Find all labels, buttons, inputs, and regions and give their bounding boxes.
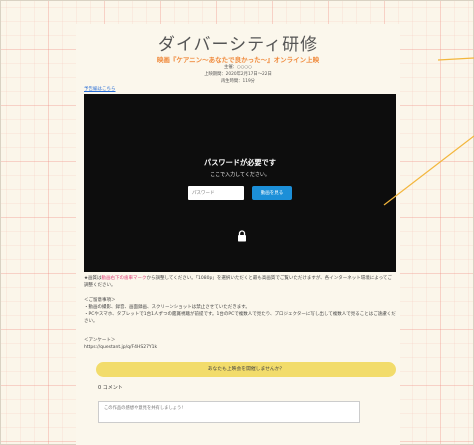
cautions-line-1: ・動画の撮影、録音、画面録画、スクリーンショットは禁止させていただきます。 bbox=[84, 305, 250, 310]
quality-note-prefix: ★画質は bbox=[84, 276, 102, 281]
watch-video-button[interactable]: 動画を見る bbox=[252, 186, 292, 200]
survey-heading: ＜アンケート＞ bbox=[84, 338, 116, 343]
cautions-line-2: ・PCやスマホ、タブレットで1台1人ずつの鑑賞視聴が前提です。1台のPCで複数人… bbox=[84, 312, 396, 324]
video-player[interactable]: パスワードが必要です ここで入力してください。 動画を見る bbox=[84, 94, 396, 272]
meta-runtime: 再生時間：119分 bbox=[221, 79, 255, 84]
main-content: ダイバーシティ研修 映画『ケアニン〜あなたで良かった〜』オンライン上映 主催：○… bbox=[76, 24, 400, 445]
cautions-heading: ＜ご留意事項＞ bbox=[84, 298, 116, 303]
page-subtitle: 映画『ケアニン〜あなたで良かった〜』オンライン上映 bbox=[156, 56, 320, 64]
comment-count: 0 コメント bbox=[98, 385, 123, 391]
comment-input[interactable] bbox=[98, 401, 360, 423]
lock-icon bbox=[238, 230, 246, 242]
password-title: パスワードが必要です bbox=[204, 158, 276, 167]
meta-organizer: 主催：○○○○ bbox=[224, 65, 252, 70]
quality-note-highlight: 動画右下の歯車マーク bbox=[101, 276, 147, 281]
meta-period: 上映期間：2020年2月17日〜22日 bbox=[204, 72, 272, 77]
survey-url[interactable]: https://questant.jp/q/F4HS27Y1k bbox=[84, 344, 396, 351]
quality-note: ★画質は動画右下の歯車マークから調整してください。「1080p」を選択いただくと… bbox=[84, 275, 396, 289]
trailer-link[interactable]: 予告編はこちら bbox=[84, 86, 116, 92]
host-screening-cta[interactable]: あなたも上映会を開催しませんか？ bbox=[96, 362, 396, 377]
password-subtitle: ここで入力してください。 bbox=[210, 172, 270, 178]
page-title: ダイバーシティ研修 bbox=[157, 35, 319, 55]
password-input[interactable] bbox=[188, 186, 244, 200]
